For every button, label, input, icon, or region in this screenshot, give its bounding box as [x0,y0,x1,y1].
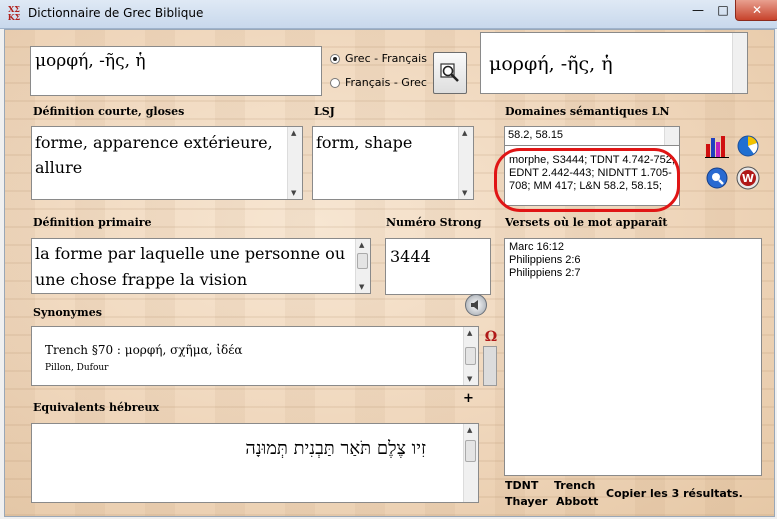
app-window: ΧΣ ΚΣ Dictionnaire de Grec Biblique — □ … [0,0,777,519]
search-input[interactable]: μορφή, -ῆς, ἡ [30,46,322,96]
speaker-icon [471,300,478,310]
svg-text:Ω: Ω [485,329,497,344]
minimize-button[interactable]: — [685,0,711,20]
thayer-link[interactable]: Thayer [505,495,547,508]
headword-text: μορφή, -ῆς, ἡ [489,53,613,75]
synonyms-options-button[interactable] [483,346,497,386]
short-definition-box[interactable]: forme, apparence extérieure, allure ▲ ▼ [31,126,303,200]
lsj-text: form, shape [316,133,413,152]
search-input-value: μορφή, -ῆς, ἡ [35,51,146,71]
copy-results-button[interactable]: Copier les 3 résultats. [606,487,743,500]
strong-number-box[interactable]: 3444 [385,238,491,295]
radio-dot-unselected [330,78,340,88]
abbott-link[interactable]: Abbott [556,495,598,508]
headword-display: μορφή, -ῆς, ἡ [480,32,748,94]
hebrew-scrollbar[interactable]: ▲ [463,424,478,502]
strong-number-label: Numéro Strong [386,216,482,229]
omega-button[interactable]: Ω [483,328,499,345]
radio-dot-selected [330,54,340,64]
hebrew-label: Equivalents hébreux [33,401,160,414]
short-definition-text: forme, apparence extérieure, allure [35,133,273,177]
bar-chart-button[interactable] [705,134,729,158]
search-globe-icon [706,167,728,189]
scroll-down-arrow-icon[interactable]: ▼ [467,375,472,383]
synonyms-scrollbar[interactable]: ▲ ▼ [463,327,478,385]
scroll-up-arrow-icon[interactable]: ▲ [359,241,364,249]
primary-definition-text: la forme par laquelle une personne ou un… [35,244,346,289]
synonyms-label: Synonymes [33,306,102,319]
omega-icon: Ω [485,329,497,345]
main-panel: μορφή, -ῆς, ἡ Grec - Français Français -… [4,29,775,517]
maximize-button[interactable]: □ [711,0,735,20]
list-item[interactable]: Marc 16:12 [509,241,581,254]
primary-definition-label: Définition primaire [33,216,152,229]
synonyms-box[interactable]: Trench §70 : μορφή, σχῆμα, ἰδέα Pillon, … [31,326,479,386]
strong-number-text: 3444 [390,247,431,266]
close-button[interactable]: ✕ [735,0,777,21]
scroll-thumb[interactable] [465,347,476,365]
hebrew-box[interactable]: זִיו צֶלֶם תֹּאַר תַּבְנִית תְּמוּנָה ▲ [31,423,479,503]
scroll-thumb[interactable] [465,440,476,462]
radio-label-greek-french: Grec - Français [345,52,427,65]
list-item[interactable]: Philippiens 2:7 [509,267,581,280]
short-definition-scrollbar[interactable]: ▲ ▼ [287,127,302,199]
lsj-scrollbar[interactable]: ▲ ▼ [458,127,473,199]
semantic-domains-label: Domaines sémantiques LN [505,105,670,118]
synonyms-line1: Trench §70 : μορφή, σχῆμα, ἰδέα [45,343,243,357]
window-title: Dictionnaire de Grec Biblique [28,6,204,20]
scroll-up-arrow-icon[interactable]: ▲ [467,329,472,337]
verses-list[interactable]: Marc 16:12 Philippiens 2:6 Philippiens 2… [504,238,762,476]
w-logo-button[interactable]: W [736,166,760,190]
list-item[interactable]: Philippiens 2:6 [509,254,581,267]
radio-label-french-greek: Français - Grec [345,76,427,89]
scroll-up-arrow-icon[interactable]: ▲ [462,129,467,137]
scroll-down-arrow-icon[interactable]: ▼ [462,189,467,197]
radio-greek-french[interactable]: Grec - Français [330,52,427,65]
primary-definition-box[interactable]: la forme par laquelle une personne ou un… [31,238,371,294]
pie-chart-button[interactable] [736,134,760,158]
scroll-up-arrow-icon[interactable]: ▲ [291,129,296,137]
tdnt-link[interactable]: TDNT [505,479,538,492]
short-definition-label: Définition courte, gloses [33,105,185,118]
primary-definition-scrollbar[interactable]: ▲ ▼ [355,239,370,293]
pie-chart-icon [737,135,759,157]
semantic-domains-box[interactable]: 58.2, 58.15 [504,126,680,146]
title-bar: ΧΣ ΚΣ Dictionnaire de Grec Biblique — □ … [0,0,777,29]
add-hebrew-button[interactable]: + [463,391,474,406]
lsj-label: LSJ [314,105,335,118]
trench-link[interactable]: Trench [554,479,595,492]
hebrew-text: זִיו צֶלֶם תֹּאַר תַּבְנִית תְּמוּנָה [245,438,426,459]
search-globe-button[interactable] [705,166,729,190]
audio-button[interactable] [465,294,487,316]
svg-text:W: W [742,172,754,185]
verses-label: Versets où le mot apparaît [505,216,668,229]
scroll-thumb[interactable] [357,253,368,269]
magnifier-icon [440,63,459,82]
w-logo-icon: W [736,166,760,190]
highlight-ring [494,148,680,212]
headword-scrollbar[interactable] [732,33,747,93]
scroll-down-arrow-icon[interactable]: ▼ [291,189,296,197]
semantic-domains-scrollbar[interactable] [664,127,679,145]
lsj-box[interactable]: form, shape ▲ ▼ [312,126,474,200]
scroll-up-arrow-icon[interactable]: ▲ [467,426,472,434]
semantic-domains-text: 58.2, 58.15 [508,129,564,141]
app-logo-icon: ΧΣ ΚΣ [7,4,21,22]
radio-french-greek[interactable]: Français - Grec [330,76,427,89]
search-button[interactable] [433,52,467,94]
synonyms-line2: Pillon, Dufour [45,363,109,373]
scroll-down-arrow-icon[interactable]: ▼ [359,283,364,291]
verses-items: Marc 16:12 Philippiens 2:6 Philippiens 2… [509,241,581,280]
bar-chart-icon [705,136,729,158]
